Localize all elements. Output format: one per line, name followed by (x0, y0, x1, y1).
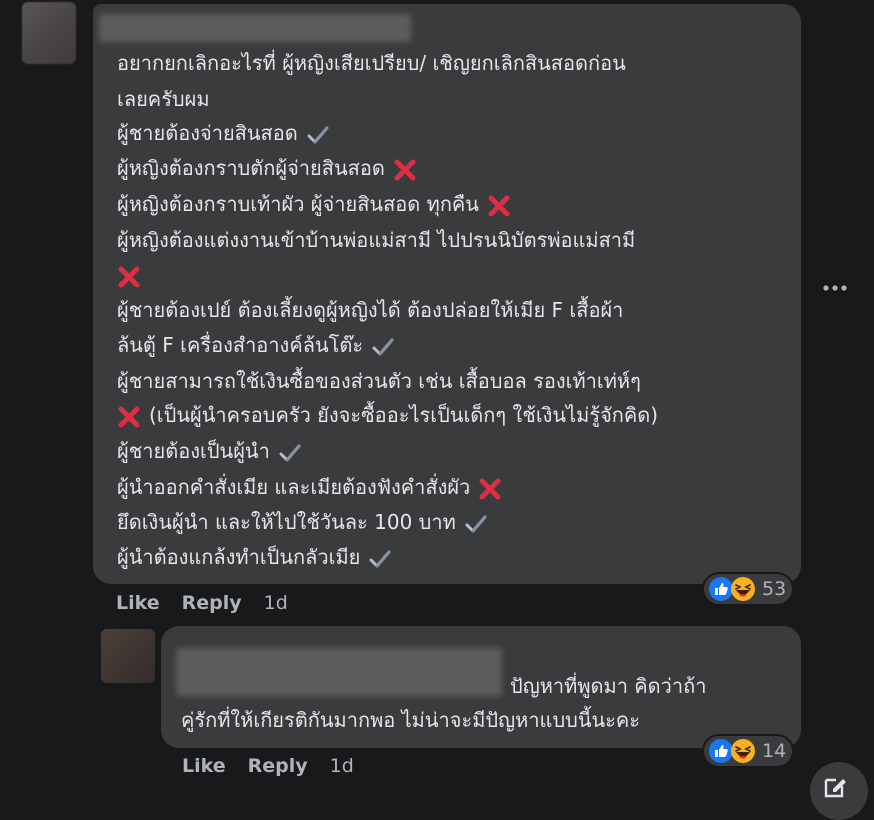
comment-line: ยึดเงินผู้นำ และให้ไปใช้วันละ 100 บาท (117, 509, 488, 536)
comment-line: ผู้นำต้องแกล้งทำเป็นกลัวเมีย (117, 544, 392, 571)
commenter-avatar[interactable] (22, 2, 76, 64)
timestamp[interactable]: 1d (330, 755, 354, 777)
cross-mark-icon (487, 194, 511, 218)
reply-commenter-name-blurred[interactable] (176, 648, 502, 696)
reply-line: คู่รักที่ให้เกียรติกันมากพอ ไม่น่าจะมีปั… (181, 708, 641, 732)
haha-reaction-icon (731, 577, 755, 601)
check-mark-icon (278, 441, 302, 465)
reply-button[interactable]: Reply (248, 755, 308, 777)
cross-mark-icon (393, 158, 417, 182)
comment-line: ผู้ชายต้องจ่ายสินสอด (117, 120, 330, 147)
check-mark-icon (464, 512, 488, 536)
comment-line: ผู้หญิงต้องแต่งงานเข้าบ้านพ่อแม่สามี ไปป… (117, 228, 636, 252)
comment-line (117, 262, 149, 289)
commenter-name-blurred[interactable] (99, 14, 411, 42)
reply-commenter-avatar[interactable] (101, 629, 155, 683)
new-message-button[interactable] (810, 762, 868, 820)
like-button[interactable]: Like (182, 755, 226, 777)
new-message-icon (824, 778, 846, 798)
comment-line: ผู้หญิงต้องกราบตักผู้จ่ายสินสอด (117, 155, 417, 182)
check-mark-icon (371, 335, 395, 359)
comment-line: อยากยกเลิกอะไรที่ ผู้หญิงเสียเปรียบ/ เชิ… (117, 51, 626, 75)
like-button[interactable]: Like (116, 592, 160, 614)
cross-mark-icon (478, 477, 502, 501)
comment-line: ผู้ชายต้องเป็นผู้นำ (117, 438, 302, 465)
timestamp[interactable]: 1d (264, 592, 288, 614)
check-mark-icon (306, 123, 330, 147)
comment-actions: Like Reply 1d (116, 592, 310, 614)
cross-mark-icon (117, 405, 141, 429)
reply-actions: Like Reply 1d (182, 755, 376, 777)
reaction-summary[interactable]: 53 (704, 574, 793, 604)
comment-line: (เป็นผู้นำครอบครัว ยังจะซื้ออะไรเป็นเด็ก… (117, 402, 658, 429)
comment-line: ผู้ชายต้องเปย์ ต้องเลี้ยงดูผู้หญิงได้ ต้… (117, 298, 624, 322)
check-mark-icon (368, 547, 392, 571)
comment-line: เลยครับผม (117, 87, 210, 111)
reply-line: ปัญหาที่พูดมา คิดว่าถ้า (510, 674, 707, 698)
reaction-count: 14 (762, 740, 787, 762)
reaction-count: 53 (762, 578, 787, 600)
reaction-summary[interactable]: 14 (704, 736, 793, 766)
comment-line: ล้นตู้ F เครื่องสำอางค์ล้นโต๊ะ (117, 332, 395, 359)
haha-reaction-icon (731, 739, 755, 763)
comment-line: ผู้หญิงต้องกราบเท้าผัว ผู้จ่ายสินสอด ทุก… (117, 191, 511, 218)
comment-line: ผู้นำออกคำสั่งเมีย และเมียต้องฟังคำสั่งผ… (117, 474, 502, 501)
more-options-icon[interactable] (822, 284, 848, 292)
reply-button[interactable]: Reply (182, 592, 242, 614)
comment-line: ผู้ชายสามารถใช้เงินซื้อของส่วนตัว เช่น เ… (117, 369, 641, 393)
cross-mark-icon (117, 265, 141, 289)
